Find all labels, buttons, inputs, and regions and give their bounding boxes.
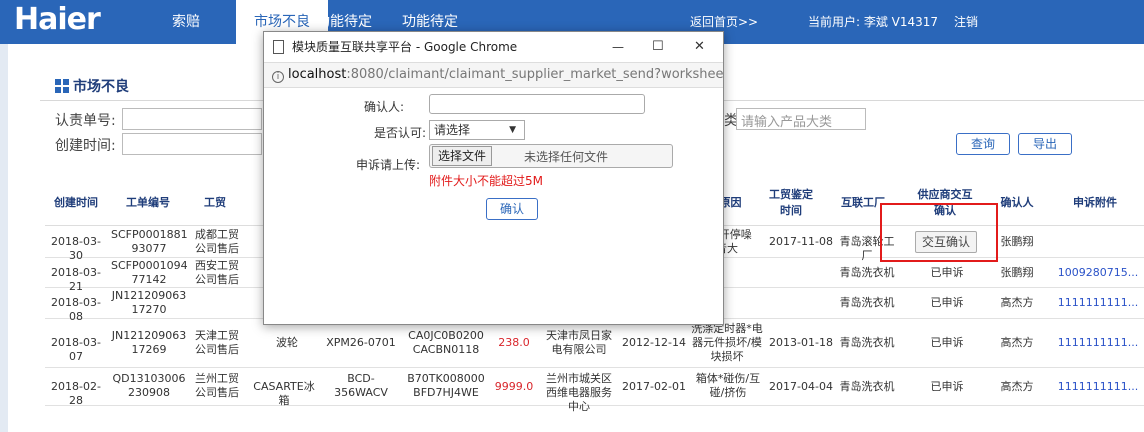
cell-date: 2018-03-07	[51, 336, 101, 363]
cell-trade: 成都工贸公司售后	[195, 228, 239, 255]
close-icon[interactable]: ✕	[694, 32, 705, 62]
query-button[interactable]: 查询	[956, 133, 1010, 155]
cell-service: 天津市凤日家电有限公司	[546, 329, 612, 356]
cell-appraisal: 2017-04-04	[769, 380, 833, 393]
created-time-label: 创建时间:	[55, 138, 116, 154]
cell-reason: 箱体*碰伤/互碰/挤伤	[695, 372, 761, 399]
maximize-icon[interactable]: ☐	[652, 32, 664, 62]
cell-appraisal: 2017-11-08	[769, 235, 833, 248]
table-row[interactable]: 2018-03-07 JN121209063 17269 天津工贸公司售后 波轮…	[45, 319, 1144, 368]
popup-address-bar[interactable]: i localhost:8080/claimant/claimant_suppli…	[264, 62, 723, 88]
choose-file-button[interactable]: 选择文件	[432, 146, 493, 166]
cell-service: 兰州市城关区西维电器服务中心	[546, 372, 612, 413]
section-title-text: 市场不良	[73, 79, 129, 95]
popup-titlebar: 模块质量互联共享平台 - Google Chrome — ☐ ✕	[264, 32, 723, 62]
cell-factory: 青岛洗衣机	[839, 296, 895, 309]
page-icon	[273, 40, 284, 54]
size-warning: 附件大小不能超过5M	[429, 174, 543, 188]
cell-factory: 青岛洗衣机	[839, 266, 895, 279]
current-user: 当前用户: 李斌 V14317	[808, 15, 939, 29]
th-appraisal-time: 工贸鉴定时间	[769, 188, 813, 217]
chrome-popup-window: 模块质量互联共享平台 - Google Chrome — ☐ ✕ i localh…	[263, 31, 724, 325]
url-host: localhost	[288, 67, 347, 82]
cell-person: 张鹏翔	[1000, 266, 1034, 279]
cell-amount: 9999.0	[494, 380, 534, 393]
logout-link[interactable]: 注销	[954, 0, 978, 44]
cell-status: 已申诉	[930, 336, 964, 349]
nav-claim[interactable]: 索赔	[172, 0, 200, 44]
cell-type: CASARTE冰箱	[253, 380, 315, 407]
highlight-box	[880, 203, 998, 262]
cell-amount: 238.0	[498, 336, 530, 349]
cell-status: 已申诉	[930, 380, 964, 393]
th-trade: 工贸	[204, 196, 226, 209]
no-file-text: 未选择任何文件	[524, 150, 609, 164]
cell-trade: 天津工贸公司售后	[195, 329, 239, 356]
cell-status: 已申诉	[930, 296, 964, 309]
cell-person: 张鹏翔	[1000, 235, 1034, 248]
table-row[interactable]: 2018-02-28 QD13103006 230908 兰州工贸公司售后 CA…	[45, 368, 1144, 413]
popup-confirm-button[interactable]: 确认	[486, 198, 538, 220]
agree-select[interactable]: 请选择 ▼	[429, 120, 525, 140]
confirm-person-input[interactable]	[429, 94, 645, 114]
attachment-link[interactable]: 1009280715...	[1055, 266, 1141, 280]
order-no-input[interactable]	[122, 108, 262, 130]
cell-person: 高杰方	[1000, 380, 1034, 393]
export-button[interactable]: 导出	[1018, 133, 1072, 155]
cell-order: SCFP0001094 77142	[111, 259, 188, 286]
agree-select-value: 请选择	[434, 123, 471, 137]
cell-person: 高杰方	[1000, 296, 1034, 309]
th-person: 确认人	[1000, 196, 1034, 209]
cell-model: BCD-356WACV	[334, 372, 388, 399]
order-no-label: 认责单号:	[55, 113, 116, 129]
category-input[interactable]: 请输入产品大类	[736, 108, 866, 130]
popup-title: 模块质量互联共享平台 - Google Chrome	[292, 40, 518, 54]
attachment-link[interactable]: 1111111111...	[1055, 296, 1141, 310]
cell-factory: 青岛洗衣机	[839, 336, 895, 349]
cell-appraisal: 2013-01-18	[769, 336, 833, 349]
cell-order: SCFP0001881 93077	[111, 228, 188, 255]
minimize-icon[interactable]: —	[612, 32, 624, 62]
cell-code: B70TK008000 BFD7HJ4WE	[407, 372, 485, 399]
cell-type: 波轮	[276, 336, 298, 349]
chevron-down-icon: ▼	[509, 125, 516, 135]
th-order: 工单编号	[126, 196, 170, 209]
cell-created2: 2012-12-14	[622, 336, 686, 349]
cell-trade: 兰州工贸公司售后	[195, 372, 239, 399]
created-time-input[interactable]	[122, 133, 262, 155]
cell-order: QD13103006 230908	[112, 372, 186, 399]
attachment-link[interactable]: 1111111111...	[1055, 336, 1141, 350]
left-rail	[0, 44, 8, 432]
cell-created2: 2017-02-01	[622, 380, 686, 393]
file-input[interactable]: 选择文件 未选择任何文件	[429, 144, 673, 168]
cell-person: 高杰方	[1000, 336, 1034, 349]
section-title: 市场不良	[55, 76, 129, 96]
cell-factory: 青岛洗衣机	[839, 380, 895, 393]
info-icon: i	[272, 71, 284, 83]
grid-icon	[55, 79, 69, 93]
attachment-link[interactable]: 1111111111...	[1055, 380, 1141, 394]
confirm-person-label: 确认人:	[364, 100, 405, 114]
upload-label: 申诉请上传:	[356, 158, 421, 172]
cell-order: JN121209063 17269	[111, 329, 187, 356]
cell-model: XPM26-0701	[326, 336, 396, 349]
cell-status: 已申诉	[930, 266, 964, 279]
agree-label: 是否认可:	[374, 126, 427, 140]
cell-date: 2018-02-28	[51, 380, 101, 407]
cell-code: CA0JC0B0200 CACBN0118	[408, 329, 484, 356]
cell-order: JN121209063 17270	[111, 289, 187, 316]
cell-trade: 西安工贸公司售后	[195, 259, 239, 286]
th-attachment: 申诉附件	[1073, 196, 1117, 209]
th-created: 创建时间	[54, 196, 98, 209]
haier-logo[interactable]: Haier	[14, 2, 101, 37]
url-path: :8080/claimant/claimant_supplier_market_…	[346, 67, 723, 82]
cell-reason: 洗涤定时器*电器元件损坏/模块损坏	[691, 322, 763, 363]
